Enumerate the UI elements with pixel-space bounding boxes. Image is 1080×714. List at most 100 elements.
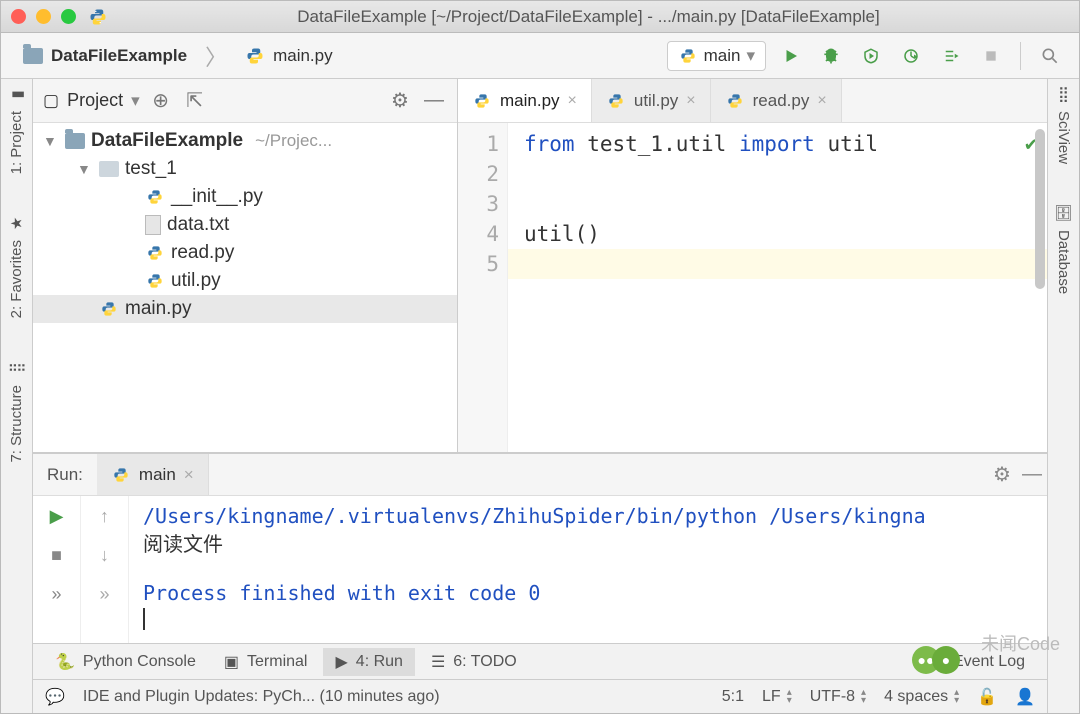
tree-file[interactable]: __init__.py bbox=[33, 183, 457, 211]
chevron-down-icon[interactable]: ▾ bbox=[131, 91, 140, 111]
breadcrumb-project[interactable]: DataFileExample bbox=[15, 42, 195, 70]
console-output[interactable]: /Users/kingname/.virtualenvs/ZhihuSpider… bbox=[129, 496, 1047, 643]
tool-python-console[interactable]: 🐍Python Console bbox=[43, 648, 208, 676]
python-icon bbox=[111, 465, 131, 485]
down-arrow-icon[interactable]: ↓ bbox=[100, 545, 109, 566]
concurrent-button[interactable] bbox=[936, 41, 966, 71]
expand-icon[interactable]: ▼ bbox=[77, 161, 93, 177]
editor-area: main.py× util.py× read.py× 12345 from te… bbox=[458, 79, 1047, 452]
chevron-down-icon: ▾ bbox=[746, 46, 755, 66]
rerun-button[interactable]: ▶ bbox=[50, 506, 64, 527]
tree-file[interactable]: data.txt bbox=[33, 211, 457, 239]
breadcrumb-project-label: DataFileExample bbox=[51, 46, 187, 66]
tree-file[interactable]: util.py bbox=[33, 267, 457, 295]
gear-icon[interactable]: ⚙ bbox=[387, 88, 413, 113]
database-icon: 🗄 bbox=[1054, 204, 1073, 222]
current-line-highlight bbox=[508, 249, 1047, 279]
tree-file[interactable]: read.py bbox=[33, 239, 457, 267]
run-config-name: main bbox=[704, 46, 741, 66]
run-config-selector[interactable]: main ▾ bbox=[667, 41, 766, 71]
notification-icon[interactable]: 💬 bbox=[45, 687, 65, 707]
tree-root[interactable]: ▼ DataFileExample ~/Projec... bbox=[33, 127, 457, 155]
vertical-scrollbar[interactable] bbox=[1035, 129, 1045, 289]
hector-icon[interactable]: 👤 bbox=[1015, 687, 1035, 707]
editor-tab[interactable]: read.py× bbox=[711, 79, 842, 122]
python-file-icon bbox=[88, 7, 108, 27]
project-tree[interactable]: ▼ DataFileExample ~/Projec... ▼ test_1 _… bbox=[33, 123, 457, 452]
close-tab-icon[interactable]: × bbox=[568, 92, 577, 110]
line-separator[interactable]: LF▴▾ bbox=[762, 688, 792, 706]
terminal-icon: ▣ bbox=[224, 652, 239, 672]
expand-icon[interactable]: ▼ bbox=[43, 133, 59, 149]
debug-button[interactable] bbox=[816, 41, 846, 71]
run-panel: Run: main × ⚙ — ▶ ■ » bbox=[33, 453, 1047, 643]
run-session-tab[interactable]: main × bbox=[97, 454, 209, 495]
more-button[interactable]: » bbox=[99, 584, 109, 605]
tool-todo[interactable]: ☰6: TODO bbox=[419, 648, 529, 676]
editor-tab[interactable]: util.py× bbox=[592, 79, 711, 122]
tree-file-selected[interactable]: main.py bbox=[33, 295, 457, 323]
search-everywhere-button[interactable] bbox=[1035, 41, 1065, 71]
star-icon: ★ bbox=[7, 217, 25, 230]
hide-icon[interactable]: — bbox=[421, 89, 447, 112]
left-tool-rail: 1: Project▮ 2: Favorites★ 7: Structure⣿ bbox=[1, 79, 33, 713]
python-icon: 🐍 bbox=[55, 652, 75, 672]
chevron-right-icon: 〉 bbox=[205, 40, 227, 72]
tool-sciview[interactable]: ⣿SciView bbox=[1055, 85, 1072, 164]
tool-terminal[interactable]: ▣Terminal bbox=[212, 648, 320, 676]
close-tab-icon[interactable]: × bbox=[686, 92, 695, 110]
line-numbers: 12345 bbox=[458, 123, 508, 452]
tool-structure[interactable]: 7: Structure⣿ bbox=[8, 359, 25, 463]
stop-button[interactable] bbox=[976, 41, 1006, 71]
profile-button[interactable] bbox=[896, 41, 926, 71]
tool-run[interactable]: ▶4: Run bbox=[323, 648, 414, 676]
gear-icon[interactable]: ⚙ bbox=[987, 462, 1017, 487]
collapse-icon[interactable]: ⇱ bbox=[182, 88, 208, 113]
structure-icon: ⣿ bbox=[8, 362, 26, 373]
directory-icon bbox=[99, 161, 119, 177]
project-panel-title[interactable]: Project bbox=[67, 90, 123, 111]
python-file-icon bbox=[145, 243, 165, 263]
breadcrumb-file[interactable]: main.py bbox=[237, 42, 341, 70]
python-file-icon bbox=[245, 46, 265, 66]
caret-position[interactable]: 5:1 bbox=[722, 688, 744, 706]
minimize-window-button[interactable] bbox=[36, 9, 51, 24]
file-encoding[interactable]: UTF-8▴▾ bbox=[810, 688, 866, 706]
run-nav: ↑ ↓ » bbox=[81, 496, 129, 643]
tool-project[interactable]: 1: Project▮ bbox=[8, 85, 25, 174]
close-tab-icon[interactable]: × bbox=[184, 465, 194, 485]
maximize-window-button[interactable] bbox=[61, 9, 76, 24]
stop-button[interactable]: ■ bbox=[51, 545, 62, 566]
more-button[interactable]: » bbox=[51, 584, 61, 605]
text-file-icon bbox=[145, 215, 161, 235]
run-button[interactable] bbox=[776, 41, 806, 71]
up-arrow-icon[interactable]: ↑ bbox=[100, 506, 109, 527]
python-file-icon bbox=[606, 91, 626, 111]
right-tool-rail: ⣿SciView 🗄Database bbox=[1047, 79, 1079, 713]
tool-database[interactable]: 🗄Database bbox=[1054, 204, 1073, 294]
list-icon: ☰ bbox=[431, 652, 445, 672]
play-icon: ▶ bbox=[335, 652, 347, 672]
indent-setting[interactable]: 4 spaces▴▾ bbox=[884, 688, 959, 706]
hide-icon[interactable]: — bbox=[1017, 463, 1047, 486]
wechat-badge: ●●● bbox=[912, 646, 960, 674]
folder-icon bbox=[23, 48, 43, 64]
python-file-icon bbox=[725, 91, 745, 111]
tree-dir[interactable]: ▼ test_1 bbox=[33, 155, 457, 183]
tool-favorites[interactable]: 2: Favorites★ bbox=[8, 214, 25, 318]
target-icon[interactable]: ⊕ bbox=[148, 88, 174, 113]
close-window-button[interactable] bbox=[11, 9, 26, 24]
code-content[interactable]: from test_1.util import util util() bbox=[508, 123, 1047, 452]
run-panel-label: Run: bbox=[33, 465, 97, 485]
editor-tabs: main.py× util.py× read.py× bbox=[458, 79, 1047, 123]
status-bar: 💬 IDE and Plugin Updates: PyCh... (10 mi… bbox=[33, 679, 1047, 713]
breadcrumb-file-label: main.py bbox=[273, 46, 333, 66]
editor-tab[interactable]: main.py× bbox=[458, 79, 592, 122]
close-tab-icon[interactable]: × bbox=[817, 92, 826, 110]
code-editor[interactable]: 12345 from test_1.util import util util(… bbox=[458, 123, 1047, 452]
coverage-button[interactable] bbox=[856, 41, 886, 71]
lock-icon[interactable]: 🔓 bbox=[977, 687, 997, 707]
python-file-icon bbox=[145, 271, 165, 291]
status-message[interactable]: IDE and Plugin Updates: PyCh... (10 minu… bbox=[83, 688, 440, 706]
project-panel: ▢ Project ▾ ⊕ ⇱ ⚙ — ▼ DataFileExample bbox=[33, 79, 458, 452]
